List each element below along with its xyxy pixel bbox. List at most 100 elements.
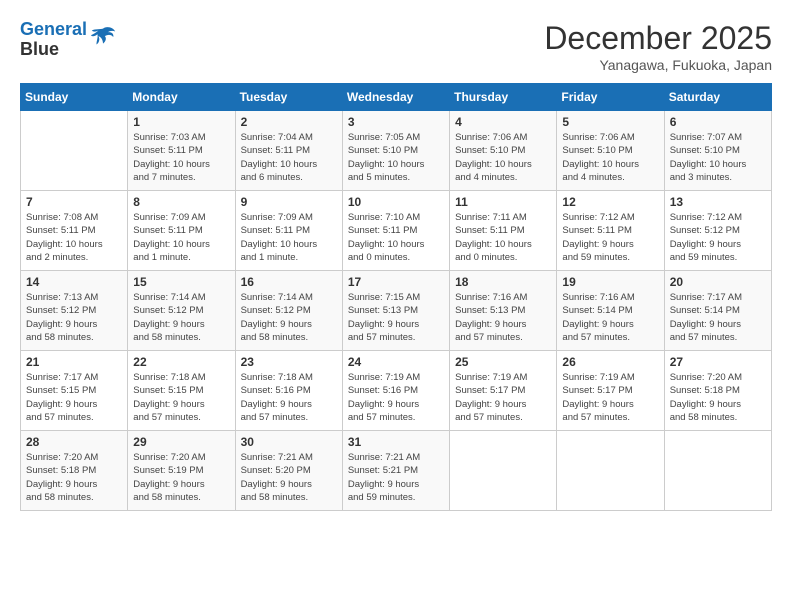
- calendar-cell: [557, 431, 664, 511]
- day-detail: Sunrise: 7:20 AMSunset: 5:18 PMDaylight:…: [26, 451, 122, 504]
- day-detail: Sunrise: 7:11 AMSunset: 5:11 PMDaylight:…: [455, 211, 551, 264]
- calendar-table: SundayMondayTuesdayWednesdayThursdayFrid…: [20, 83, 772, 511]
- location-subtitle: Yanagawa, Fukuoka, Japan: [544, 57, 772, 73]
- day-detail: Sunrise: 7:09 AMSunset: 5:11 PMDaylight:…: [133, 211, 229, 264]
- calendar-cell: 26 Sunrise: 7:19 AMSunset: 5:17 PMDaylig…: [557, 351, 664, 431]
- calendar-cell: 29 Sunrise: 7:20 AMSunset: 5:19 PMDaylig…: [128, 431, 235, 511]
- calendar-cell: 9 Sunrise: 7:09 AMSunset: 5:11 PMDayligh…: [235, 191, 342, 271]
- day-detail: Sunrise: 7:08 AMSunset: 5:11 PMDaylight:…: [26, 211, 122, 264]
- day-detail: Sunrise: 7:07 AMSunset: 5:10 PMDaylight:…: [670, 131, 766, 184]
- day-number: 19: [562, 275, 658, 289]
- weekday-header-sunday: Sunday: [21, 84, 128, 111]
- calendar-cell: 13 Sunrise: 7:12 AMSunset: 5:12 PMDaylig…: [664, 191, 771, 271]
- day-number: 23: [241, 355, 337, 369]
- calendar-cell: 11 Sunrise: 7:11 AMSunset: 5:11 PMDaylig…: [450, 191, 557, 271]
- calendar-week-row: 1 Sunrise: 7:03 AMSunset: 5:11 PMDayligh…: [21, 111, 772, 191]
- logo-text: GeneralBlue: [20, 20, 87, 60]
- day-detail: Sunrise: 7:21 AMSunset: 5:21 PMDaylight:…: [348, 451, 444, 504]
- day-number: 3: [348, 115, 444, 129]
- title-section: December 2025 Yanagawa, Fukuoka, Japan: [544, 20, 772, 73]
- day-detail: Sunrise: 7:20 AMSunset: 5:19 PMDaylight:…: [133, 451, 229, 504]
- calendar-week-row: 21 Sunrise: 7:17 AMSunset: 5:15 PMDaylig…: [21, 351, 772, 431]
- day-number: 9: [241, 195, 337, 209]
- day-number: 13: [670, 195, 766, 209]
- day-detail: Sunrise: 7:19 AMSunset: 5:17 PMDaylight:…: [455, 371, 551, 424]
- calendar-cell: [450, 431, 557, 511]
- calendar-cell: 22 Sunrise: 7:18 AMSunset: 5:15 PMDaylig…: [128, 351, 235, 431]
- day-number: 22: [133, 355, 229, 369]
- logo: GeneralBlue: [20, 20, 117, 60]
- weekday-header-row: SundayMondayTuesdayWednesdayThursdayFrid…: [21, 84, 772, 111]
- day-detail: Sunrise: 7:17 AMSunset: 5:15 PMDaylight:…: [26, 371, 122, 424]
- logo-bird-icon: [89, 24, 117, 52]
- calendar-cell: 10 Sunrise: 7:10 AMSunset: 5:11 PMDaylig…: [342, 191, 449, 271]
- day-number: 10: [348, 195, 444, 209]
- day-detail: Sunrise: 7:21 AMSunset: 5:20 PMDaylight:…: [241, 451, 337, 504]
- day-number: 26: [562, 355, 658, 369]
- day-detail: Sunrise: 7:12 AMSunset: 5:11 PMDaylight:…: [562, 211, 658, 264]
- day-detail: Sunrise: 7:12 AMSunset: 5:12 PMDaylight:…: [670, 211, 766, 264]
- day-number: 6: [670, 115, 766, 129]
- calendar-cell: 12 Sunrise: 7:12 AMSunset: 5:11 PMDaylig…: [557, 191, 664, 271]
- calendar-cell: 3 Sunrise: 7:05 AMSunset: 5:10 PMDayligh…: [342, 111, 449, 191]
- weekday-header-thursday: Thursday: [450, 84, 557, 111]
- calendar-cell: 28 Sunrise: 7:20 AMSunset: 5:18 PMDaylig…: [21, 431, 128, 511]
- weekday-header-monday: Monday: [128, 84, 235, 111]
- calendar-cell: 4 Sunrise: 7:06 AMSunset: 5:10 PMDayligh…: [450, 111, 557, 191]
- day-detail: Sunrise: 7:14 AMSunset: 5:12 PMDaylight:…: [241, 291, 337, 344]
- day-detail: Sunrise: 7:18 AMSunset: 5:15 PMDaylight:…: [133, 371, 229, 424]
- weekday-header-friday: Friday: [557, 84, 664, 111]
- day-number: 4: [455, 115, 551, 129]
- day-detail: Sunrise: 7:15 AMSunset: 5:13 PMDaylight:…: [348, 291, 444, 344]
- day-number: 5: [562, 115, 658, 129]
- day-detail: Sunrise: 7:19 AMSunset: 5:16 PMDaylight:…: [348, 371, 444, 424]
- calendar-cell: 8 Sunrise: 7:09 AMSunset: 5:11 PMDayligh…: [128, 191, 235, 271]
- day-number: 20: [670, 275, 766, 289]
- day-number: 24: [348, 355, 444, 369]
- calendar-body: 1 Sunrise: 7:03 AMSunset: 5:11 PMDayligh…: [21, 111, 772, 511]
- calendar-week-row: 7 Sunrise: 7:08 AMSunset: 5:11 PMDayligh…: [21, 191, 772, 271]
- day-detail: Sunrise: 7:06 AMSunset: 5:10 PMDaylight:…: [562, 131, 658, 184]
- calendar-cell: 19 Sunrise: 7:16 AMSunset: 5:14 PMDaylig…: [557, 271, 664, 351]
- calendar-cell: 2 Sunrise: 7:04 AMSunset: 5:11 PMDayligh…: [235, 111, 342, 191]
- calendar-cell: 7 Sunrise: 7:08 AMSunset: 5:11 PMDayligh…: [21, 191, 128, 271]
- day-detail: Sunrise: 7:05 AMSunset: 5:10 PMDaylight:…: [348, 131, 444, 184]
- day-detail: Sunrise: 7:03 AMSunset: 5:11 PMDaylight:…: [133, 131, 229, 184]
- calendar-cell: 23 Sunrise: 7:18 AMSunset: 5:16 PMDaylig…: [235, 351, 342, 431]
- weekday-header-wednesday: Wednesday: [342, 84, 449, 111]
- calendar-cell: 6 Sunrise: 7:07 AMSunset: 5:10 PMDayligh…: [664, 111, 771, 191]
- calendar-cell: 20 Sunrise: 7:17 AMSunset: 5:14 PMDaylig…: [664, 271, 771, 351]
- day-number: 31: [348, 435, 444, 449]
- calendar-week-row: 14 Sunrise: 7:13 AMSunset: 5:12 PMDaylig…: [21, 271, 772, 351]
- day-number: 29: [133, 435, 229, 449]
- day-number: 11: [455, 195, 551, 209]
- day-detail: Sunrise: 7:04 AMSunset: 5:11 PMDaylight:…: [241, 131, 337, 184]
- day-number: 16: [241, 275, 337, 289]
- day-number: 28: [26, 435, 122, 449]
- day-number: 1: [133, 115, 229, 129]
- calendar-cell: 21 Sunrise: 7:17 AMSunset: 5:15 PMDaylig…: [21, 351, 128, 431]
- calendar-cell: 15 Sunrise: 7:14 AMSunset: 5:12 PMDaylig…: [128, 271, 235, 351]
- calendar-cell: 25 Sunrise: 7:19 AMSunset: 5:17 PMDaylig…: [450, 351, 557, 431]
- weekday-header-tuesday: Tuesday: [235, 84, 342, 111]
- calendar-cell: 1 Sunrise: 7:03 AMSunset: 5:11 PMDayligh…: [128, 111, 235, 191]
- day-detail: Sunrise: 7:13 AMSunset: 5:12 PMDaylight:…: [26, 291, 122, 344]
- weekday-header-saturday: Saturday: [664, 84, 771, 111]
- calendar-cell: [664, 431, 771, 511]
- day-number: 7: [26, 195, 122, 209]
- day-detail: Sunrise: 7:09 AMSunset: 5:11 PMDaylight:…: [241, 211, 337, 264]
- calendar-cell: 31 Sunrise: 7:21 AMSunset: 5:21 PMDaylig…: [342, 431, 449, 511]
- month-title: December 2025: [544, 20, 772, 57]
- day-detail: Sunrise: 7:18 AMSunset: 5:16 PMDaylight:…: [241, 371, 337, 424]
- day-detail: Sunrise: 7:16 AMSunset: 5:13 PMDaylight:…: [455, 291, 551, 344]
- calendar-cell: 30 Sunrise: 7:21 AMSunset: 5:20 PMDaylig…: [235, 431, 342, 511]
- day-number: 25: [455, 355, 551, 369]
- day-detail: Sunrise: 7:06 AMSunset: 5:10 PMDaylight:…: [455, 131, 551, 184]
- day-number: 8: [133, 195, 229, 209]
- page-header: GeneralBlue December 2025 Yanagawa, Fuku…: [20, 20, 772, 73]
- calendar-cell: 17 Sunrise: 7:15 AMSunset: 5:13 PMDaylig…: [342, 271, 449, 351]
- day-detail: Sunrise: 7:14 AMSunset: 5:12 PMDaylight:…: [133, 291, 229, 344]
- calendar-cell: 18 Sunrise: 7:16 AMSunset: 5:13 PMDaylig…: [450, 271, 557, 351]
- day-detail: Sunrise: 7:19 AMSunset: 5:17 PMDaylight:…: [562, 371, 658, 424]
- day-detail: Sunrise: 7:20 AMSunset: 5:18 PMDaylight:…: [670, 371, 766, 424]
